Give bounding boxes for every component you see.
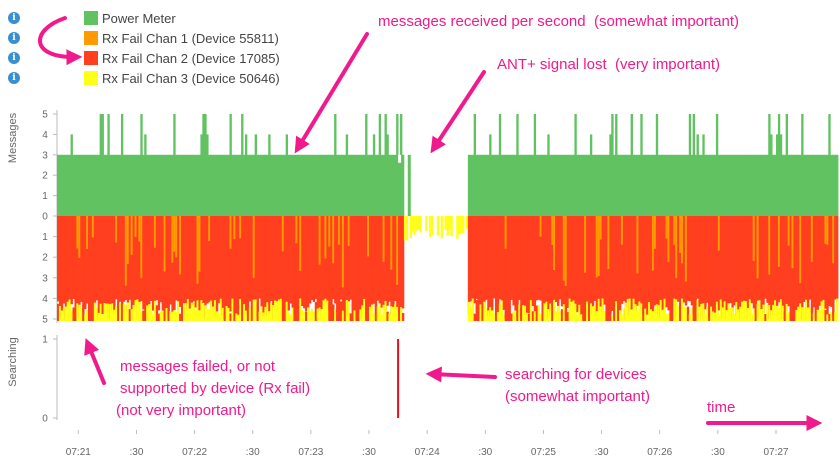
annotation-text: messages received per second: [378, 13, 586, 30]
signal-lost-arrow: [430, 70, 486, 154]
y-tick-label: 1: [42, 335, 48, 346]
bar-rx-fail-chan-3: [419, 216, 422, 233]
legend-arrow: [38, 16, 83, 66]
bar-power-meter: [401, 154, 405, 216]
y-tick-label: 4: [42, 130, 48, 141]
x-tick-label: 07:25: [531, 447, 556, 458]
y-tick-label: 1: [42, 232, 48, 243]
y-tick-label: 1: [42, 191, 48, 202]
x-tick-label: 07:27: [763, 447, 788, 458]
bar-rx-fail-chan-3: [405, 216, 409, 241]
x-tick-label: :30: [130, 447, 144, 458]
annotation-note: (somewhat important): [505, 388, 651, 405]
searching-arrow: [425, 366, 497, 383]
messages-received-arrow: [294, 32, 369, 154]
y-tick-label: 2: [42, 171, 48, 182]
y-tick-label: 3: [42, 273, 48, 284]
bar-power-meter: [407, 154, 411, 216]
x-tick-label: :30: [478, 447, 492, 458]
bar-power-meter-drop: [398, 154, 402, 163]
annotation-note: (not very important): [116, 402, 247, 419]
bar-rx-fail-chan-2: [836, 216, 839, 304]
bar-rx-fail-chan-3: [440, 216, 444, 239]
x-tick-label: 07:23: [298, 447, 323, 458]
annotation-text: messages failed, or not: [120, 358, 276, 375]
x-tick-label: :30: [595, 447, 609, 458]
annotation-time: time: [707, 399, 736, 416]
bar-rx-fail-chan-3: [436, 216, 440, 236]
bar-rx-fail-chan-3: [836, 298, 839, 322]
bar-rx-fail-chan-3: [401, 312, 405, 322]
y-tick-label: 2: [42, 253, 48, 264]
x-tick-label: 07:22: [182, 447, 207, 458]
annotation-text: supported by device (Rx fail): [120, 380, 311, 397]
y-tick-label: 0: [42, 212, 48, 223]
annotation-messages-received: messages received per second (somewhat i…: [378, 12, 739, 32]
annotation-text: ANT+ signal lost: [497, 56, 607, 73]
y-axis-label: Messages: [7, 112, 19, 163]
annotation-searching: searching for devices (somewhat importan…: [505, 364, 650, 408]
annotation-note: (somewhat important): [593, 13, 740, 30]
x-tick-label: 07:24: [415, 447, 440, 458]
x-tick-label: :30: [362, 447, 376, 458]
bar-rx-fail-chan-3: [462, 216, 465, 234]
x-tick-label: :30: [246, 447, 260, 458]
bar-rx-fail-chan-3: [450, 216, 453, 237]
annotation-signal-lost: ANT+ signal lost (very important): [497, 55, 720, 75]
x-tick-label: 07:21: [66, 447, 91, 458]
bar-power-meter: [836, 154, 839, 216]
y-axis-label: Searching: [7, 337, 19, 387]
x-tick-label: 07:26: [647, 447, 672, 458]
y-tick-label: 5: [42, 110, 48, 121]
annotation-text: searching for devices: [505, 366, 647, 383]
y-tick-label: 3: [42, 150, 48, 161]
y-tick-label: 5: [42, 315, 48, 326]
y-tick-label: 4: [42, 294, 48, 305]
annotation-note: (very important): [614, 56, 721, 73]
y-tick-label: 0: [42, 414, 48, 425]
annotation-rx-fail: messages failed, or not supported by dev…: [116, 356, 311, 422]
x-tick-label: :30: [711, 447, 725, 458]
bar-rx-fail-chan-3: [431, 216, 434, 236]
rx-fail-arrow: [84, 338, 106, 385]
bar-rx-fail-chan-3: [425, 216, 428, 232]
